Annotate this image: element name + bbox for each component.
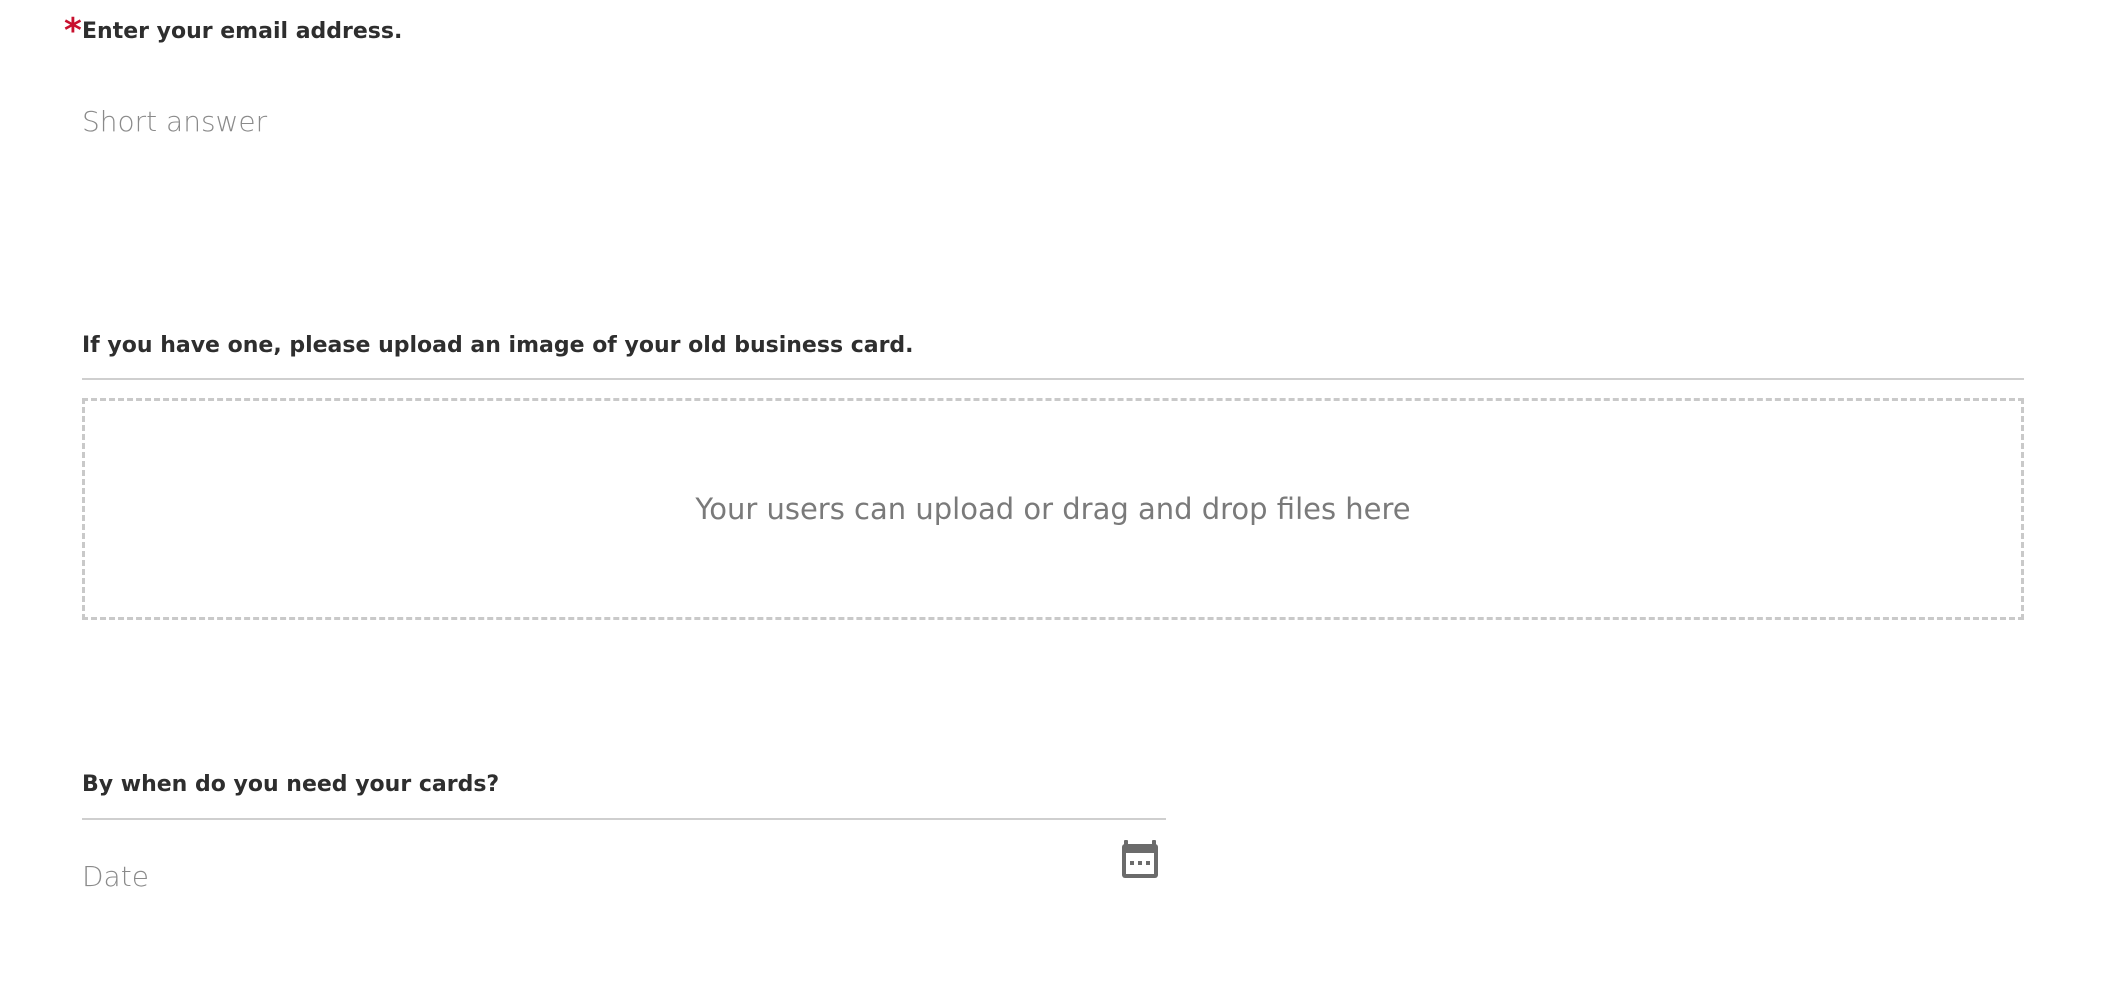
date-label: By when do you need your cards?: [82, 772, 500, 797]
date-divider: [82, 818, 1166, 820]
upload-label: If you have one, please upload an image …: [82, 333, 914, 358]
upload-divider: [82, 378, 2024, 380]
calendar-icon[interactable]: [1120, 838, 1160, 880]
email-input[interactable]: [82, 100, 1082, 142]
file-upload-dropzone[interactable]: Your users can upload or drag and drop f…: [82, 398, 2024, 620]
dropzone-text: Your users can upload or drag and drop f…: [695, 492, 1411, 526]
email-label: Enter your email address.: [82, 19, 403, 44]
date-input[interactable]: [82, 855, 1102, 897]
required-marker: *: [64, 11, 82, 51]
